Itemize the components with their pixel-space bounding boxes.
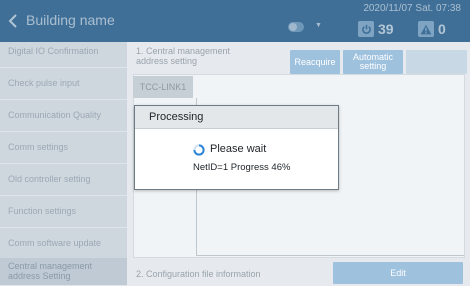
toggle-icon[interactable]: [288, 22, 304, 32]
sidebar-item-label: Function settings: [8, 205, 77, 216]
datetime-display: 2020/11/07 Sat. 07:38: [363, 3, 461, 14]
progress-text: NetID=1 Progress 46%: [193, 162, 291, 173]
processing-dialog: Processing Please wait NetID=1 Progress …: [134, 105, 339, 190]
please-wait-message: Please wait: [210, 143, 267, 155]
building-name-title: Building name: [26, 12, 115, 28]
automatic-setting-button[interactable]: Automatic setting: [343, 50, 403, 74]
disabled-action-button[interactable]: [406, 50, 467, 74]
sidebar-item-digital-io[interactable]: Digital IO Confirmation: [0, 36, 127, 68]
sidebar-item-label: Digital IO Confirmation: [8, 45, 99, 56]
sidebar-item-old-controller[interactable]: Old controller setting: [0, 164, 127, 196]
alert-status-badge[interactable]: 0: [418, 21, 446, 37]
sidebar-item-check-pulse[interactable]: Check pulse input: [0, 68, 127, 100]
power-count: 39: [378, 21, 394, 37]
chevron-down-icon[interactable]: ▼: [315, 22, 322, 29]
sidebar-menu: Digital IO Confirmation Check pulse inpu…: [0, 42, 127, 286]
sidebar-item-comm-settings[interactable]: Comm settings: [0, 132, 127, 164]
edit-button[interactable]: Edit: [333, 262, 463, 284]
sidebar-item-central-management[interactable]: Central management address Setting: [0, 258, 127, 286]
dialog-title: Processing: [135, 106, 338, 129]
alert-count: 0: [438, 21, 446, 37]
sidebar-item-label: Old controller setting: [8, 173, 91, 184]
power-status-badge[interactable]: 39: [358, 21, 394, 37]
sidebar-item-communication-quality[interactable]: Communication Quality: [0, 100, 127, 132]
tab-tcc-link1[interactable]: TCC-LINK1: [133, 76, 193, 98]
sidebar-item-label: Central management address Setting: [8, 261, 93, 281]
sidebar-item-label: Comm settings: [8, 141, 69, 152]
section2-label: 2. Configuration file information: [136, 269, 261, 279]
sidebar-item-function-settings[interactable]: Function settings: [0, 196, 127, 228]
alert-triangle-icon: [418, 21, 434, 37]
sidebar-item-label: Comm software update: [8, 237, 102, 248]
power-icon: [358, 21, 374, 37]
sidebar-item-label: Communication Quality: [8, 109, 102, 120]
reacquire-button[interactable]: Reacquire: [290, 50, 340, 74]
chevron-left-icon[interactable]: [8, 14, 19, 28]
table-divider: [196, 255, 464, 256]
spinner-icon: [193, 144, 205, 156]
section1-label: 1. Central management address setting: [136, 46, 231, 66]
sidebar-item-label: Check pulse input: [8, 77, 80, 88]
sidebar-item-comm-software-update[interactable]: Comm software update: [0, 228, 127, 260]
